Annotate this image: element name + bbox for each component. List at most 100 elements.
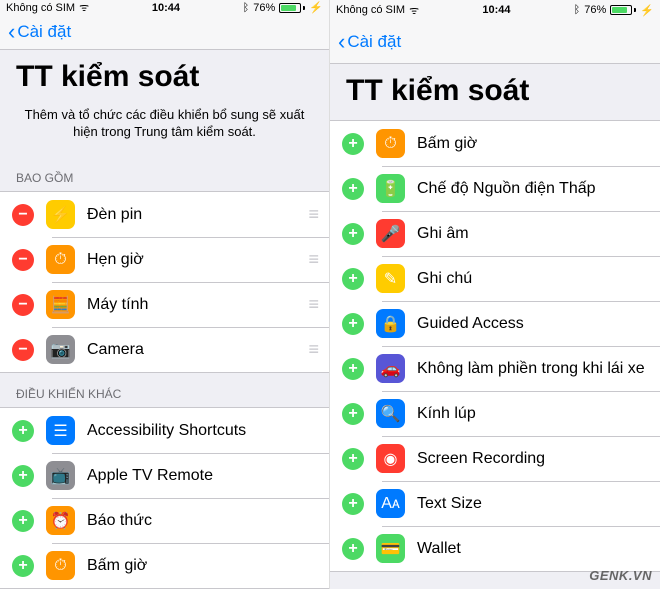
add-button[interactable]: +: [342, 493, 364, 515]
text-size-icon: Aᴀ: [376, 489, 405, 518]
list-item[interactable]: + 🔍 Kính lúp: [330, 391, 660, 436]
drag-handle-icon[interactable]: ≡: [308, 294, 317, 315]
list-item[interactable]: + 📺 Apple TV Remote: [0, 453, 329, 498]
flashlight-icon: ⚡: [46, 200, 75, 229]
list-item[interactable]: + ⏱ Bấm giờ: [330, 121, 660, 166]
page-title: TT kiểm soát: [330, 64, 660, 114]
camera-icon: 📷: [46, 335, 75, 364]
bluetooth-icon: ᛒ: [243, 2, 250, 14]
carrier-text: Không có SIM: [336, 4, 405, 16]
phone-right: Không có SIM ᯤ 10:44 ᛒ 76% ⚡ ‹ Cài đặt T…: [330, 0, 660, 589]
item-label: Báo thức: [87, 512, 317, 530]
list-item[interactable]: + ☰ Accessibility Shortcuts: [0, 408, 329, 453]
drag-handle-icon[interactable]: ≡: [308, 339, 317, 360]
list-item[interactable]: + 💳 Wallet: [330, 526, 660, 571]
item-label: Ghi âm: [417, 225, 648, 243]
stopwatch-icon: ⏱: [376, 129, 405, 158]
add-button[interactable]: +: [12, 465, 34, 487]
add-button[interactable]: +: [342, 538, 364, 560]
list-item[interactable]: + 🚗 Không làm phiền trong khi lái xe: [330, 346, 660, 391]
status-bar: Không có SIM ᯤ 10:44 ᛒ 76% ⚡: [330, 0, 660, 20]
item-label: Screen Recording: [417, 450, 648, 468]
page-title: TT kiểm soát: [0, 50, 329, 100]
list-item[interactable]: − 🧮 Máy tính ≡: [0, 282, 329, 327]
add-button[interactable]: +: [342, 133, 364, 155]
list-item[interactable]: + ✎ Ghi chú: [330, 256, 660, 301]
list-item[interactable]: − ⏱ Hẹn giờ ≡: [0, 237, 329, 282]
item-label: Không làm phiền trong khi lái xe: [417, 360, 648, 378]
status-bar: Không có SIM ᯤ 10:44 ᛒ 76% ⚡: [0, 0, 329, 16]
add-button[interactable]: +: [342, 358, 364, 380]
screen-recording-icon: ◉: [376, 444, 405, 473]
status-time: 10:44: [152, 2, 180, 14]
remove-button[interactable]: −: [12, 204, 34, 226]
list-item[interactable]: + Aᴀ Text Size: [330, 481, 660, 526]
battery-pct: 76%: [584, 4, 606, 16]
add-button[interactable]: +: [342, 223, 364, 245]
back-label: Cài đặt: [17, 22, 71, 42]
wifi-icon: ᯤ: [79, 0, 89, 15]
item-label: Camera: [87, 341, 300, 359]
item-label: Chế độ Nguồn điện Thấp: [417, 180, 648, 198]
list-item[interactable]: + 🔒 Guided Access: [330, 301, 660, 346]
remove-button[interactable]: −: [12, 249, 34, 271]
item-label: Wallet: [417, 540, 648, 558]
add-button[interactable]: +: [342, 313, 364, 335]
item-label: Kính lúp: [417, 405, 648, 423]
back-label: Cài đặt: [347, 32, 401, 52]
battery-icon: [279, 3, 305, 13]
back-button[interactable]: ‹ Cài đặt: [338, 31, 401, 53]
item-label: Bấm giờ: [87, 557, 317, 575]
add-button[interactable]: +: [12, 510, 34, 532]
add-button[interactable]: +: [342, 268, 364, 290]
add-button[interactable]: +: [12, 555, 34, 577]
stopwatch-icon: ⏱: [46, 551, 75, 580]
guided-access-icon: 🔒: [376, 309, 405, 338]
list-item[interactable]: − 📷 Camera ≡: [0, 327, 329, 372]
battery-pct: 76%: [253, 2, 275, 14]
included-list: − ⚡ Đèn pin ≡ − ⏱ Hẹn giờ ≡ − 🧮 Máy tính…: [0, 191, 329, 373]
add-button[interactable]: +: [342, 403, 364, 425]
remove-button[interactable]: −: [12, 339, 34, 361]
list-item[interactable]: − ⚡ Đèn pin ≡: [0, 192, 329, 237]
wallet-icon: 💳: [376, 534, 405, 563]
item-label: Apple TV Remote: [87, 467, 317, 485]
nav-bar: ‹ Cài đặt: [330, 20, 660, 64]
dnd-driving-icon: 🚗: [376, 354, 405, 383]
item-label: Máy tính: [87, 296, 300, 314]
charging-icon: ⚡: [640, 4, 654, 17]
chevron-left-icon: ‹: [8, 21, 15, 43]
carrier-text: Không có SIM: [6, 2, 75, 14]
status-time: 10:44: [482, 4, 510, 16]
calculator-icon: 🧮: [46, 290, 75, 319]
timer-icon: ⏱: [46, 245, 75, 274]
list-item[interactable]: + ⏱ Bấm giờ: [0, 543, 329, 588]
phone-left: Không có SIM ᯤ 10:44 ᛒ 76% ⚡ ‹ Cài đặt T…: [0, 0, 330, 589]
item-label: Ghi chú: [417, 270, 648, 288]
add-button[interactable]: +: [12, 420, 34, 442]
wifi-icon: ᯤ: [409, 3, 419, 18]
list-item[interactable]: + 🎤 Ghi âm: [330, 211, 660, 256]
nav-bar: ‹ Cài đặt: [0, 16, 329, 50]
watermark: GENK.VN: [589, 568, 652, 583]
appletv-icon: 📺: [46, 461, 75, 490]
item-label: Guided Access: [417, 315, 648, 333]
magnifier-icon: 🔍: [376, 399, 405, 428]
back-button[interactable]: ‹ Cài đặt: [8, 21, 71, 43]
voice-memo-icon: 🎤: [376, 219, 405, 248]
item-label: Text Size: [417, 495, 648, 513]
add-button[interactable]: +: [342, 448, 364, 470]
list-item[interactable]: + ⏰ Báo thức: [0, 498, 329, 543]
drag-handle-icon[interactable]: ≡: [308, 204, 317, 225]
more-list: + ⏱ Bấm giờ + 🔋 Chế độ Nguồn điện Thấp +…: [330, 120, 660, 572]
chevron-left-icon: ‹: [338, 31, 345, 53]
item-label: Accessibility Shortcuts: [87, 422, 317, 440]
add-button[interactable]: +: [342, 178, 364, 200]
bluetooth-icon: ᛒ: [574, 4, 581, 16]
more-list: + ☰ Accessibility Shortcuts + 📺 Apple TV…: [0, 407, 329, 589]
item-label: Bấm giờ: [417, 135, 648, 153]
list-item[interactable]: + 🔋 Chế độ Nguồn điện Thấp: [330, 166, 660, 211]
remove-button[interactable]: −: [12, 294, 34, 316]
list-item[interactable]: + ◉ Screen Recording: [330, 436, 660, 481]
drag-handle-icon[interactable]: ≡: [308, 249, 317, 270]
